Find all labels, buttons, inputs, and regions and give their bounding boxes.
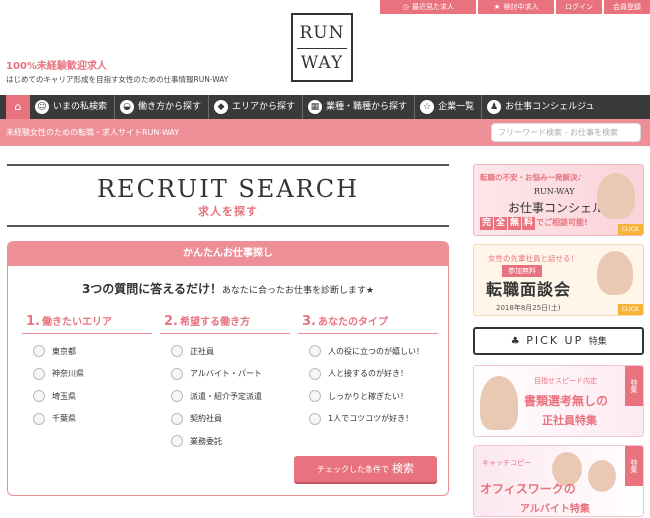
sub-bar-text: 未経験女性のための転職・求人サイトRUN-WAY	[6, 128, 180, 137]
radio[interactable]	[171, 390, 183, 403]
register-button[interactable]: 会員登録	[604, 0, 650, 14]
option-tokyo[interactable]: 東京都	[26, 340, 152, 363]
star-icon: ☆	[420, 100, 435, 114]
option-parttime[interactable]: アルバイト・パート	[164, 363, 290, 386]
option-fulltime[interactable]: 正社員	[164, 340, 290, 363]
recently-viewed-button[interactable]: ◷ 最近見た求人	[380, 0, 476, 14]
feature-corner-badge: 特集	[625, 446, 643, 486]
nav-item-imano-watashi[interactable]: ☺ いまの私検索	[30, 95, 116, 119]
click-badge: CLICK	[617, 224, 643, 235]
radio[interactable]	[309, 390, 321, 403]
question-workstyle: 2. 希望する働き方 正社員 アルバイト・パート 派遣・紹介予定派遣 契約社員 業…	[160, 313, 290, 453]
lead-small: あなたに合ったお仕事を診断します★	[221, 286, 375, 296]
nav-item-area[interactable]: ◆ エリアから探す	[209, 95, 304, 119]
home-icon: ⌂	[14, 100, 22, 113]
main-nav: ⌂ ☺ いまの私検索 ◒ 働き方から探す ◆ エリアから探す ▦ 業種・職種から探す ☆…	[0, 95, 650, 119]
radio[interactable]	[309, 345, 321, 358]
concierge-icon: ♟	[487, 100, 502, 114]
easy-search-panel: かんたんお仕事探し 3つの質問に答えるだけ！あなたに合ったお仕事を診断します★ …	[7, 241, 449, 496]
title-rule-bottom	[7, 225, 449, 227]
concierge-banner[interactable]: 転職の不安・お悩み一発解決♪ RUN-WAY お仕事コンシェルジュ 完全無料でご…	[473, 164, 644, 236]
option-chiba[interactable]: 千葉県	[26, 408, 152, 431]
option-solo[interactable]: 1人でコツコツが好き！	[302, 408, 438, 431]
radio[interactable]	[33, 390, 45, 403]
option-dispatch[interactable]: 派遣・紹介予定派遣	[164, 385, 290, 408]
logo-line1: RUN	[299, 23, 345, 43]
interview-banner[interactable]: 女性の先輩社員と話せる！ 参加無料 転職面談会 2018年8月25日(土) CL…	[473, 244, 644, 316]
logo-divider	[297, 48, 347, 49]
title-rule-top	[7, 164, 449, 166]
office-parttime-banner[interactable]: キャッチコピー オフィスワークの アルバイト特集 特集	[473, 445, 644, 517]
tagline-sub: はじめてのキャリア形成を目指す女性のための仕事情報RUN-WAY	[6, 75, 229, 84]
bag-icon: ◒	[120, 100, 135, 114]
question-title: 1. 働きたいエリア	[22, 313, 152, 334]
woman-photo	[597, 251, 633, 295]
question-title: 3. あなたのタイプ	[298, 313, 438, 334]
site-logo[interactable]: RUN WAY	[291, 13, 353, 82]
page-subtitle: 求人を探す	[198, 205, 258, 218]
option-outsourcing[interactable]: 業務委託	[164, 430, 290, 453]
pickup-feature-button[interactable]: ♣ PICK UP 特集	[473, 327, 644, 355]
radio[interactable]	[309, 367, 321, 380]
radio[interactable]	[171, 345, 183, 358]
freeword-search-input[interactable]: フリーワード検索 - お仕事を検索	[491, 123, 641, 142]
person-search-icon: ☺	[35, 100, 49, 114]
question-title: 2. 希望する働き方	[160, 313, 290, 334]
woman-photo	[588, 460, 616, 492]
option-saitama[interactable]: 埼玉県	[26, 385, 152, 408]
option-kanagawa[interactable]: 神奈川県	[26, 363, 152, 386]
option-people[interactable]: 人と接するのが好き！	[302, 363, 438, 386]
option-contract[interactable]: 契約社員	[164, 408, 290, 431]
sub-bar: 未経験女性のための転職・求人サイトRUN-WAY フリーワード検索 - お仕事を…	[0, 119, 650, 146]
tagline-headline: 100%未経験歓迎求人	[6, 61, 107, 72]
building-icon: ▦	[308, 100, 323, 114]
radio[interactable]	[171, 367, 183, 380]
option-earn[interactable]: しっかりと稼ぎたい！	[302, 385, 438, 408]
clock-icon: ◷	[402, 3, 409, 11]
logo-line2: WAY	[300, 53, 344, 73]
nav-item-companies[interactable]: ☆ 企業一覧	[415, 95, 483, 119]
question-type: 3. あなたのタイプ 人の役に立つのが嬉しい！ 人と接するのが好き！ しっかりと稼…	[298, 313, 438, 430]
radio[interactable]	[33, 367, 45, 380]
speed-fulltime-banner[interactable]: 目指せスピード内定 書類選考無しの 正社員特集 特集	[473, 365, 644, 437]
feature-corner-badge: 特集	[625, 366, 643, 406]
panel-lead: 3つの質問に答えるだけ！あなたに合ったお仕事を診断します★	[8, 280, 448, 297]
considering-button[interactable]: ★ 検討中求人	[478, 0, 554, 14]
nav-item-industry[interactable]: ▦ 業種・職種から探す	[303, 95, 416, 119]
radio[interactable]	[33, 345, 45, 358]
lead-big: 3つの質問に答えるだけ！	[81, 282, 222, 296]
utility-bar: ◷ 最近見た求人 ★ 検討中求人 ログイン 会員登録	[378, 0, 650, 14]
option-helpful[interactable]: 人の役に立つのが嬉しい！	[302, 340, 438, 363]
search-submit-button[interactable]: チェックした条件で 検索	[294, 456, 437, 482]
radio[interactable]	[171, 412, 183, 425]
nav-item-workstyle[interactable]: ◒ 働き方から探す	[115, 95, 210, 119]
nav-home-button[interactable]: ⌂	[6, 95, 30, 119]
click-badge: CLICK	[617, 304, 643, 315]
question-area: 1. 働きたいエリア 東京都 神奈川県 埼玉県 千葉県	[22, 313, 152, 430]
radio[interactable]	[309, 412, 321, 425]
star-icon: ★	[493, 3, 501, 11]
panel-heading: かんたんお仕事探し	[8, 242, 448, 266]
pickup-icon: ♣	[510, 336, 522, 347]
nav-item-concierge[interactable]: ♟ お仕事コンシェルジュ	[482, 95, 601, 119]
radio[interactable]	[171, 435, 183, 448]
woman-photo	[597, 173, 635, 219]
tag-icon: ◆	[214, 100, 229, 114]
radio[interactable]	[33, 412, 45, 425]
woman-photo	[480, 376, 518, 430]
login-button[interactable]: ログイン	[556, 0, 602, 14]
page-title: RECRUIT SEARCH	[96, 175, 360, 203]
